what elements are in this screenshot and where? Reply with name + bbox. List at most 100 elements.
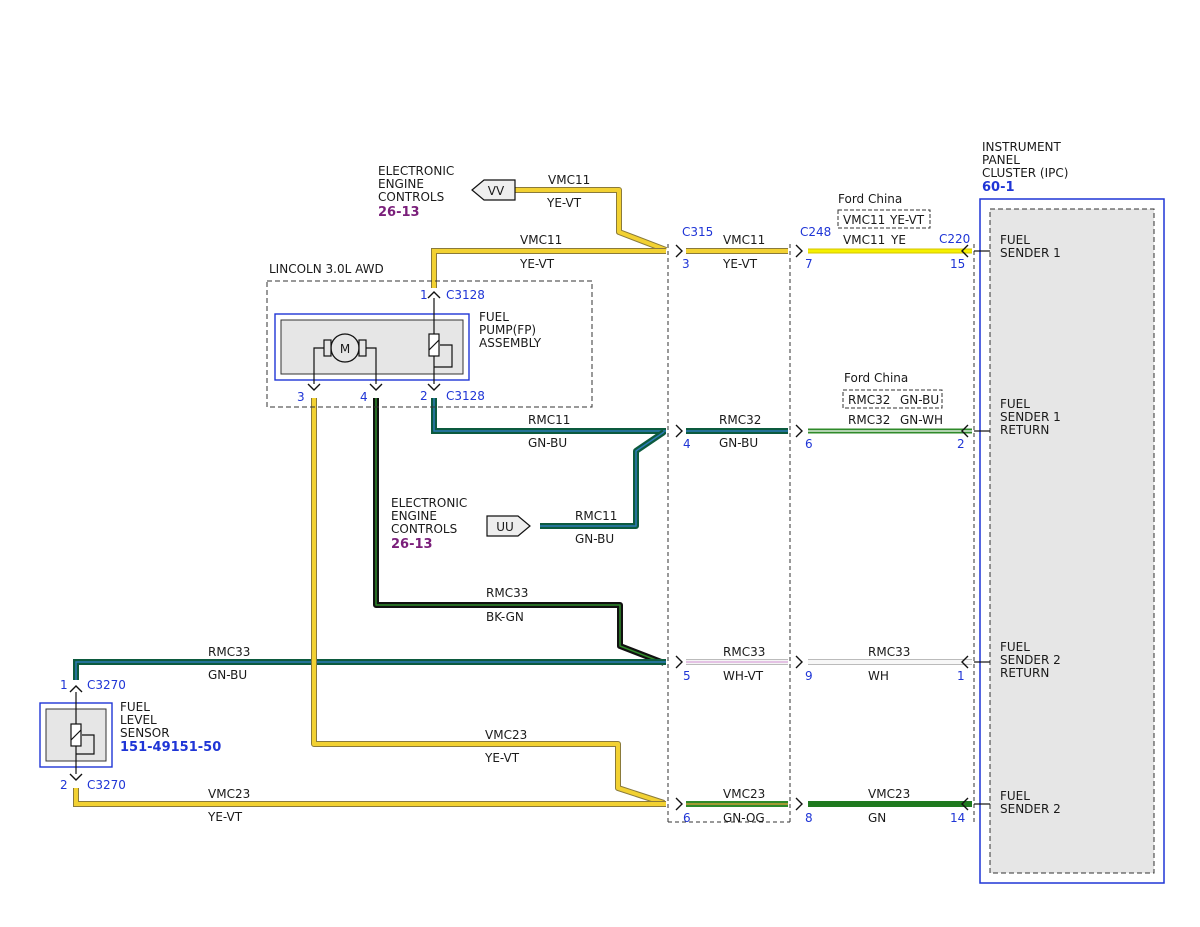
label-rmc32-c315-color: GN-BU: [719, 436, 758, 450]
label-vmc11-c248-color: YE: [890, 233, 906, 247]
ford-china-top: Ford China VMC11 YE-VT: [837, 192, 931, 229]
ipc-input-s1r-l2: SENDER 1: [1000, 410, 1061, 424]
ipc-module: INSTRUMENT PANEL CLUSTER (IPC) 60-1 FUEL…: [979, 140, 1165, 884]
ipc-input-sender2-l2: SENDER 2: [1000, 802, 1061, 816]
sensor-name-l1: FUEL: [120, 700, 150, 714]
pin-c3128-2: 2: [420, 389, 428, 403]
connector-c315[interactable]: C315: [682, 225, 713, 239]
label-rmc33-c315-color: WH-VT: [723, 669, 764, 683]
ipc-ref[interactable]: 60-1: [982, 180, 1015, 195]
lincoln-label: LINCOLN 3.0L AWD: [269, 262, 384, 276]
label-rmc11-uu-color: GN-BU: [575, 532, 614, 546]
ford-china-top-color: YE-VT: [889, 213, 925, 227]
label-vmc23-c315-circuit: VMC23: [723, 787, 765, 801]
ford-china-top-circuit: VMC11: [843, 213, 885, 227]
label-vmc11-c248-circuit: VMC11: [843, 233, 885, 247]
pin-fp-4: 4: [360, 390, 368, 404]
pin-c248-8: 8: [805, 811, 813, 825]
label-vmc23-sensor-color: YE-VT: [207, 810, 243, 824]
eec-mid-l2: ENGINE: [391, 509, 437, 523]
pin-c220-14: 14: [950, 811, 965, 825]
connector-c248[interactable]: C248: [800, 225, 831, 239]
label-vmc11-c315-circuit: VMC11: [723, 233, 765, 247]
sensor-name-l3: SENSOR: [120, 726, 170, 740]
eec-top-ref[interactable]: 26-13: [378, 205, 420, 220]
pin-c3128-1: 1: [420, 288, 428, 302]
connector-c3128-top[interactable]: C3128: [446, 288, 485, 302]
pin-c315-5: 5: [683, 669, 691, 683]
connector-c3128-bottom[interactable]: C3128: [446, 389, 485, 403]
connector-c220[interactable]: C220: [939, 232, 970, 246]
ford-china-bottom-color: GN-BU: [900, 393, 939, 407]
label-rmc32-c315-circuit: RMC32: [719, 413, 761, 427]
ford-china-bottom: Ford China RMC32 GN-BU: [842, 371, 943, 409]
ford-china-bottom-circuit: RMC32: [848, 393, 890, 407]
eec-top: ELECTRONIC ENGINE CONTROLS 26-13: [378, 164, 454, 220]
ipc-input-sender1-l2: SENDER 1: [1000, 246, 1061, 260]
label-rmc11-uu-circuit: RMC11: [575, 509, 617, 523]
label-rmc32-c248-color: GN-WH: [900, 413, 943, 427]
label-vmc23-sensor-circuit: VMC23: [208, 787, 250, 801]
wire-rmc33-sensor: [73, 659, 666, 680]
vv-connector[interactable]: VV: [471, 179, 516, 201]
pin-c315-4: 4: [683, 437, 691, 451]
fuel-pump-assembly[interactable]: M FUEL PUMP(FP) ASSEMBLY: [274, 298, 542, 384]
ipc-input-sender2-l1: FUEL: [1000, 789, 1030, 803]
label-rmc33-sensor-circuit: RMC33: [208, 645, 250, 659]
label-rmc33-c315-circuit: RMC33: [723, 645, 765, 659]
ipc-input-s1r-l1: FUEL: [1000, 397, 1030, 411]
label-vmc23-c248-circuit: VMC23: [868, 787, 910, 801]
eec-top-l1: ELECTRONIC: [378, 164, 454, 178]
fuel-level-sensor[interactable]: FUEL LEVEL SENSOR 151-49151-50: [39, 692, 221, 774]
ipc-leads: [974, 250, 990, 805]
label-rmc33-c248-color: WH: [868, 669, 889, 683]
label-rmc33-c248-circuit: RMC33: [868, 645, 910, 659]
pin-c3270-2: 2: [60, 778, 68, 792]
pin-c315-6: 6: [683, 811, 691, 825]
label-vmc23-c315-color: GN-OG: [723, 811, 765, 825]
label-vmc11-pump-color: YE-VT: [519, 257, 555, 271]
ipc-name-line1: INSTRUMENT: [982, 140, 1061, 154]
connector-c3270-bottom[interactable]: C3270: [87, 778, 126, 792]
connector-c3270-top[interactable]: C3270: [87, 678, 126, 692]
ipc-input-s1r-l3: RETURN: [1000, 423, 1049, 437]
label-rmc11-pump-color: GN-BU: [528, 436, 567, 450]
uu-connector[interactable]: UU: [486, 515, 531, 537]
pin-c220-15: 15: [950, 257, 965, 271]
label-vmc23-c248-color: GN: [868, 811, 886, 825]
sensor-ref[interactable]: 151-49151-50: [120, 740, 221, 755]
wire-vmc23-pump: [311, 398, 665, 806]
ipc-name-line3: CLUSTER (IPC): [982, 166, 1068, 180]
label-vmc23-pump-circuit: VMC23: [485, 728, 527, 742]
pin-c220-1: 1: [957, 669, 965, 683]
eec-top-l2: ENGINE: [378, 177, 424, 191]
vv-label: VV: [488, 184, 505, 198]
ipc-input-s2r-l2: SENDER 2: [1000, 653, 1061, 667]
eec-mid: ELECTRONIC ENGINE CONTROLS 26-13: [391, 496, 467, 552]
ford-china-bottom-label: Ford China: [844, 371, 908, 385]
label-vmc11-vv-color: YE-VT: [546, 196, 582, 210]
eec-mid-l3: CONTROLS: [391, 522, 457, 536]
wiring-diagram: INSTRUMENT PANEL CLUSTER (IPC) 60-1 FUEL…: [39, 140, 1165, 884]
fuel-pump-name-l1: FUEL: [479, 310, 509, 324]
fuel-pump-name-l2: PUMP(FP): [479, 323, 536, 337]
label-rmc11-pump-circuit: RMC11: [528, 413, 570, 427]
eec-top-l3: CONTROLS: [378, 190, 444, 204]
eec-mid-ref[interactable]: 26-13: [391, 537, 433, 552]
motor-label: M: [340, 342, 350, 356]
ipc-body: [989, 208, 1155, 874]
eec-mid-l1: ELECTRONIC: [391, 496, 467, 510]
label-vmc11-pump-circuit: VMC11: [520, 233, 562, 247]
label-rmc33-sensor-color: GN-BU: [208, 668, 247, 682]
fuel-pump-name-l3: ASSEMBLY: [479, 336, 542, 350]
pin-c248-6: 6: [805, 437, 813, 451]
label-rmc33-pump-color: BK-GN: [486, 610, 524, 624]
label-vmc11-vv-circuit: VMC11: [548, 173, 590, 187]
ipc-name-line2: PANEL: [982, 153, 1020, 167]
pin-c248-9: 9: [805, 669, 813, 683]
uu-label: UU: [496, 520, 514, 534]
label-rmc33-pump-circuit: RMC33: [486, 586, 528, 600]
label-vmc23-pump-color: YE-VT: [484, 751, 520, 765]
pin-fp-3: 3: [297, 390, 305, 404]
ipc-input-s2r-l3: RETURN: [1000, 666, 1049, 680]
